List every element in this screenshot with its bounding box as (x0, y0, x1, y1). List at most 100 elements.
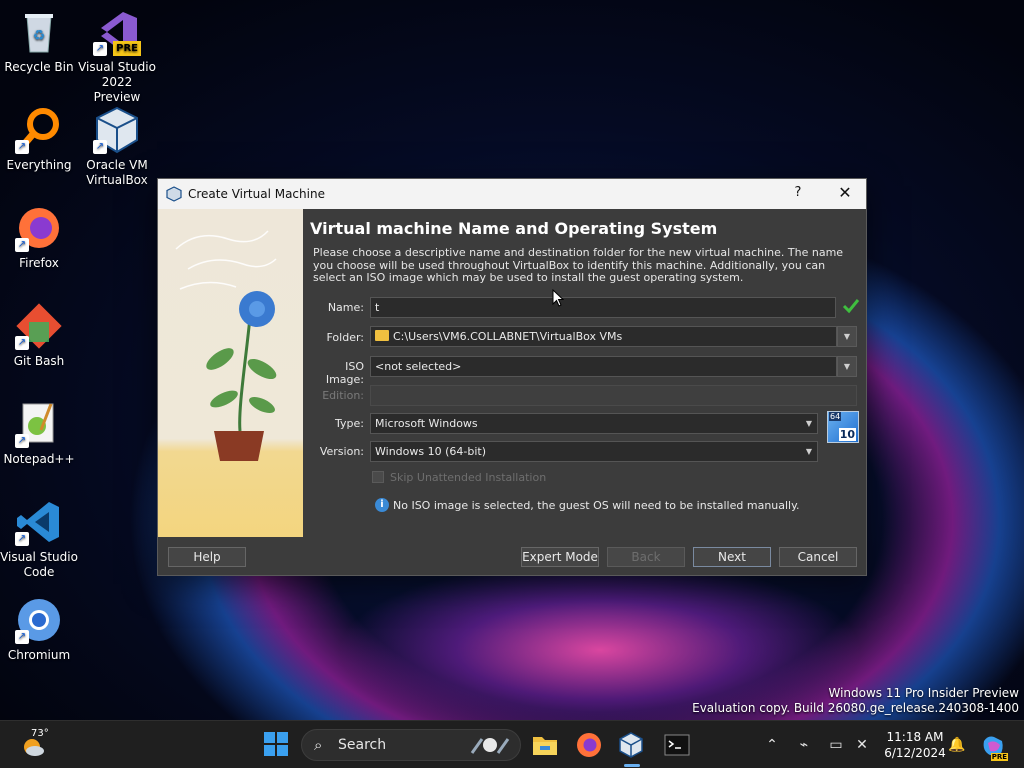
firefox-taskbar-icon[interactable] (575, 731, 603, 759)
desktop-icon-label: Notepad++ (3, 452, 75, 466)
active-app-indicator (624, 764, 640, 767)
edition-combobox[interactable] (370, 385, 857, 406)
taskbar-clock[interactable]: 11:18 AM 6/12/2024 (884, 729, 946, 761)
name-input[interactable]: t (370, 297, 836, 318)
copilot-icon[interactable]: PRE (980, 733, 1008, 761)
desktop-icon-virtualbox[interactable]: ↗ Oracle VM VirtualBox (78, 106, 156, 188)
desktop-icon-label: Git Bash (13, 354, 65, 368)
file-explorer-taskbar-icon[interactable] (531, 731, 559, 759)
iso-image-combobox[interactable]: <not selected> (370, 356, 837, 377)
dialog-title: Create Virtual Machine (188, 187, 325, 201)
type-value: Microsoft Windows (375, 417, 478, 430)
weather-widget[interactable]: 73° (20, 728, 49, 759)
mouse-cursor-icon (552, 288, 565, 307)
windows-watermark: Windows 11 Pro Insider Preview Evaluatio… (692, 686, 1019, 716)
svg-text:♻: ♻ (33, 28, 46, 44)
virtualbox-icon (166, 186, 182, 202)
chromium-icon: ↗ (15, 596, 63, 644)
edition-label: Edition: (322, 389, 364, 402)
shortcut-arrow-icon: ↗ (15, 336, 29, 350)
skip-unattended-checkbox[interactable] (372, 471, 384, 483)
terminal-taskbar-icon[interactable] (663, 731, 691, 759)
shortcut-arrow-icon: ↗ (15, 630, 29, 644)
chevron-down-icon: ▼ (805, 419, 812, 428)
wizard-illustration (158, 209, 303, 537)
taskbar-search-box[interactable]: ⌕ Search (301, 729, 521, 761)
copilot-preview-badge: PRE (990, 753, 1008, 761)
dialog-titlebar[interactable]: Create Virtual Machine ? ✕ (158, 179, 866, 209)
watermark-edition: Windows 11 Pro Insider Preview (828, 686, 1019, 700)
info-icon: i (375, 498, 389, 512)
type-combobox[interactable]: Microsoft Windows ▼ (370, 413, 818, 434)
git-bash-icon: ↗ (15, 302, 63, 350)
iso-image-dropdown-button[interactable]: ▼ (837, 356, 857, 377)
dialog-help-button[interactable]: ? (786, 185, 810, 200)
desktop-icon-firefox[interactable]: ↗ Firefox (0, 204, 78, 271)
desktop-icon-vscode[interactable]: ↗ Visual Studio Code (0, 498, 78, 580)
desktop-icon-label: Everything (6, 158, 72, 172)
notification-bell-icon[interactable]: 🔔 (948, 736, 966, 754)
desktop-icon-git-bash[interactable]: ↗ Git Bash (0, 302, 78, 369)
virtualbox-taskbar-icon[interactable] (617, 731, 645, 759)
recycle-bin-icon: ♻ (15, 8, 63, 56)
watermark-build: Evaluation copy. Build 26080.ge_release.… (692, 701, 1019, 715)
desktop-icon-label: Oracle VM VirtualBox (86, 158, 148, 187)
folder-path: C:\Users\VM6.COLLABNET\VirtualBox VMs (393, 330, 623, 343)
back-button[interactable]: Back (607, 547, 685, 567)
folder-dropdown-button[interactable]: ▼ (837, 326, 857, 347)
folder-combobox[interactable]: C:\Users\VM6.COLLABNET\VirtualBox VMs (370, 326, 837, 347)
os-bitness-badge: 64 (829, 412, 842, 421)
search-highlight-icon (468, 735, 512, 755)
windows-10-64bit-os-icon: 64 10 (827, 411, 859, 443)
show-hidden-icons-chevron-icon[interactable]: ⌃ (763, 736, 781, 754)
desktop-icon-notepad-plus-plus[interactable]: ↗ Notepad++ (0, 400, 78, 467)
desktop-icon-chromium[interactable]: ↗ Chromium (0, 596, 78, 663)
shortcut-arrow-icon: ↗ (93, 42, 107, 56)
search-icon: ⌕ (314, 736, 323, 754)
shortcut-arrow-icon: ↗ (15, 532, 29, 546)
volume-muted-icon[interactable]: ✕ (853, 736, 871, 754)
desktop-icon-label: Recycle Bin (4, 60, 74, 74)
iso-image-label: ISO Image: (325, 360, 364, 386)
notepad-plus-plus-icon: ↗ (15, 400, 63, 448)
os-version-badge: 10 (838, 428, 856, 441)
clock-date: 6/12/2024 (884, 746, 946, 760)
create-vm-dialog: Create Virtual Machine ? ✕ Virtual machi… (157, 178, 867, 576)
shortcut-arrow-icon: ↗ (15, 434, 29, 448)
desktop-icon-visual-studio[interactable]: PRE ↗ Visual Studio 2022 Preview (78, 8, 156, 105)
vscode-icon: ↗ (15, 498, 63, 546)
start-button[interactable] (263, 731, 291, 759)
network-icon[interactable]: ⌁ (795, 736, 813, 754)
shortcut-arrow-icon: ↗ (93, 140, 107, 154)
cancel-button[interactable]: Cancel (779, 547, 857, 567)
version-value: Windows 10 (64-bit) (375, 445, 486, 458)
folder-icon (375, 330, 389, 341)
version-combobox[interactable]: Windows 10 (64-bit) ▼ (370, 441, 818, 462)
desktop-icon-everything[interactable]: ↗ Everything (0, 106, 78, 173)
preview-badge: PRE (113, 41, 141, 56)
visual-studio-icon: PRE ↗ (93, 8, 141, 56)
clock-time: 11:18 AM (886, 730, 944, 744)
wizard-button-bar: Help Expert Mode Back Next Cancel (158, 537, 866, 575)
desktop-icon-recycle-bin[interactable]: ♻ Recycle Bin (0, 8, 78, 75)
dialog-close-button[interactable]: ✕ (832, 183, 858, 202)
expert-mode-button[interactable]: Expert Mode (521, 547, 599, 567)
desktop-icon-label: Firefox (19, 256, 59, 270)
virtualbox-icon: ↗ (93, 106, 141, 154)
display-icon[interactable]: ▭ (827, 736, 845, 754)
shortcut-arrow-icon: ↗ (15, 238, 29, 252)
name-valid-check-icon (842, 297, 860, 317)
weather-temperature: 73° (31, 728, 49, 739)
help-button[interactable]: Help (168, 547, 246, 567)
desktop-icon-label: Visual Studio Code (0, 550, 78, 579)
desktop-icon-label: Visual Studio 2022 Preview (78, 60, 156, 104)
search-placeholder: Search (338, 737, 387, 753)
wizard-page: Virtual machine Name and Operating Syste… (306, 209, 866, 537)
name-label: Name: (327, 301, 364, 314)
shortcut-arrow-icon: ↗ (15, 140, 29, 154)
everything-search-icon: ↗ (15, 106, 63, 154)
next-button[interactable]: Next (693, 547, 771, 567)
desktop-icon-label: Chromium (7, 648, 71, 662)
version-label: Version: (319, 445, 364, 458)
chevron-down-icon: ▼ (805, 447, 812, 456)
